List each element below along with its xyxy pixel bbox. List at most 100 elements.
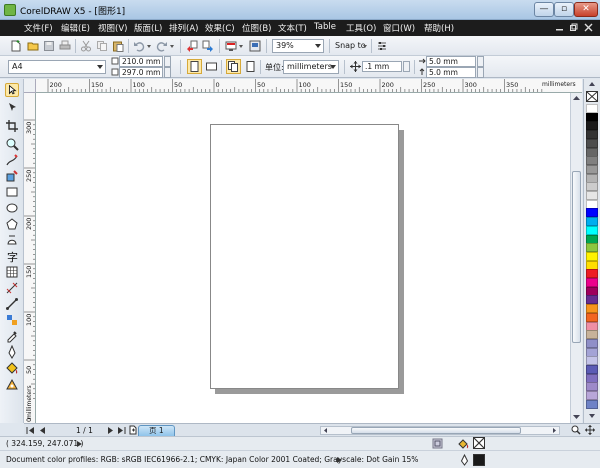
ellipse-tool-icon[interactable] [5,201,19,215]
color-swatch[interactable] [586,121,598,131]
redo-icon[interactable] [156,40,168,52]
no-fill-status-icon[interactable] [473,437,485,449]
doc-minimize-icon[interactable] [555,23,564,32]
color-swatch[interactable] [586,104,598,113]
menu-table[interactable]: Table [314,22,336,32]
next-page-icon[interactable] [106,426,115,435]
basic-shapes-tool-icon[interactable] [5,233,19,247]
color-swatch[interactable] [586,286,598,296]
color-swatch[interactable] [586,164,598,174]
duplicate-distance-y-field[interactable]: 5.0 mm [426,67,476,78]
page-height-field[interactable]: 297.0 mm [119,67,163,78]
menu-file[interactable]: 文件(F) [24,22,53,34]
color-swatch[interactable] [586,304,598,314]
palette-scroll-up-icon[interactable] [588,81,596,87]
navigator-popup-icon[interactable] [585,425,595,435]
color-swatch[interactable] [586,130,598,140]
eyedropper-tool-icon[interactable] [5,329,19,343]
color-swatch[interactable] [586,330,598,340]
horizontal-scrollbar[interactable] [320,426,560,435]
color-swatch[interactable] [586,173,598,183]
color-swatch[interactable] [586,382,598,392]
profiles-expand-icon[interactable] [336,456,343,464]
options-icon[interactable] [376,40,388,52]
connector-tool-icon[interactable] [5,297,19,311]
outline-color-swatch-icon[interactable] [473,454,485,466]
menu-window[interactable]: 窗口(W) [383,22,415,34]
menu-effects[interactable]: 效果(C) [205,22,235,34]
color-swatch[interactable] [586,278,598,287]
fill-bucket-status-icon[interactable] [458,438,469,449]
color-swatch[interactable] [586,217,598,227]
menu-tools[interactable]: 工具(O) [346,22,376,34]
nudge-distance-field[interactable]: .1 mm [362,61,402,72]
menu-layout[interactable]: 版面(L) [134,22,162,34]
color-swatch[interactable] [586,295,598,305]
color-swatch[interactable] [586,347,598,357]
all-pages-icon[interactable] [226,59,241,74]
color-swatch[interactable] [586,199,598,209]
rectangle-tool-icon[interactable] [5,185,19,199]
smart-fill-tool-icon[interactable] [5,169,19,183]
vertical-scroll-thumb[interactable] [572,171,581,343]
launcher-dropdown-icon[interactable] [238,40,244,52]
portrait-orientation-icon[interactable] [187,59,202,74]
color-swatch[interactable] [586,312,598,322]
parallel-dimension-tool-icon[interactable] [5,281,19,295]
color-swatch[interactable] [586,156,598,166]
color-swatch[interactable] [586,138,598,148]
fill-tool-icon[interactable] [5,361,19,375]
import-icon[interactable] [186,40,198,52]
first-page-icon[interactable] [26,426,35,435]
welcome-screen-icon[interactable] [249,40,261,52]
vertical-ruler[interactable]: 300 250 200 150 100 50 0 millimeters [24,93,36,423]
scroll-right-icon[interactable] [551,427,558,434]
coreldraw-app-icon[interactable] [4,4,16,16]
menu-bitmaps[interactable]: 位图(B) [242,22,271,34]
document-color-profiles[interactable]: Document color profiles: RGB: sRGB IEC61… [6,455,418,464]
doc-close-icon[interactable] [584,23,593,32]
landscape-orientation-icon[interactable] [204,59,219,74]
color-swatch[interactable] [586,321,598,331]
drawing-canvas[interactable] [36,93,570,423]
previous-page-icon[interactable] [38,426,47,435]
document-page[interactable] [210,124,399,389]
outline-pen-tool-icon[interactable] [5,345,19,359]
zoom-tool-icon[interactable] [5,137,19,151]
color-swatch[interactable] [586,373,598,383]
undo-dropdown-icon[interactable] [146,40,152,52]
print-icon[interactable] [59,40,71,52]
paper-size-combo[interactable]: A4 [8,60,106,74]
close-button[interactable]: ✕ [574,2,598,17]
vertical-scrollbar[interactable] [570,93,582,423]
duplicate-x-spinner[interactable] [477,56,484,67]
color-swatch[interactable] [586,260,598,270]
scroll-up-icon[interactable] [572,94,581,102]
new-document-icon[interactable] [10,40,22,52]
text-tool-icon[interactable]: 字 [5,249,19,263]
page-height-spinner[interactable] [164,67,171,78]
add-page-icon[interactable] [128,425,138,435]
zoom-navigator-icon[interactable] [571,425,581,435]
horizontal-scroll-thumb[interactable] [351,427,521,434]
menu-help[interactable]: 帮助(H) [424,22,454,34]
horizontal-ruler[interactable]: 200 150 100 50 0 50 100 150 200 250 300 350 millimet… [36,79,582,93]
nudge-distance-spinner[interactable] [403,61,410,72]
ruler-origin-corner[interactable] [24,79,36,93]
color-swatch[interactable] [586,399,598,409]
paste-icon[interactable] [112,40,124,52]
color-swatch[interactable] [586,147,598,157]
page-tab-1[interactable]: 页 1 [138,425,175,436]
blend-tool-icon[interactable] [5,313,19,327]
pick-tool-icon[interactable] [5,83,19,97]
color-swatch[interactable] [586,225,598,235]
status-expand-icon[interactable] [76,440,83,448]
zoom-level-combo[interactable]: 39% [272,39,324,53]
polygon-tool-icon[interactable] [5,217,19,231]
doc-restore-icon[interactable] [569,23,578,32]
snap-to-dropdown-icon[interactable] [362,40,368,52]
copy-icon[interactable] [96,40,108,52]
scroll-down-icon[interactable] [572,413,581,421]
color-swatch[interactable] [586,182,598,192]
outline-pen-status-icon[interactable] [459,454,470,466]
